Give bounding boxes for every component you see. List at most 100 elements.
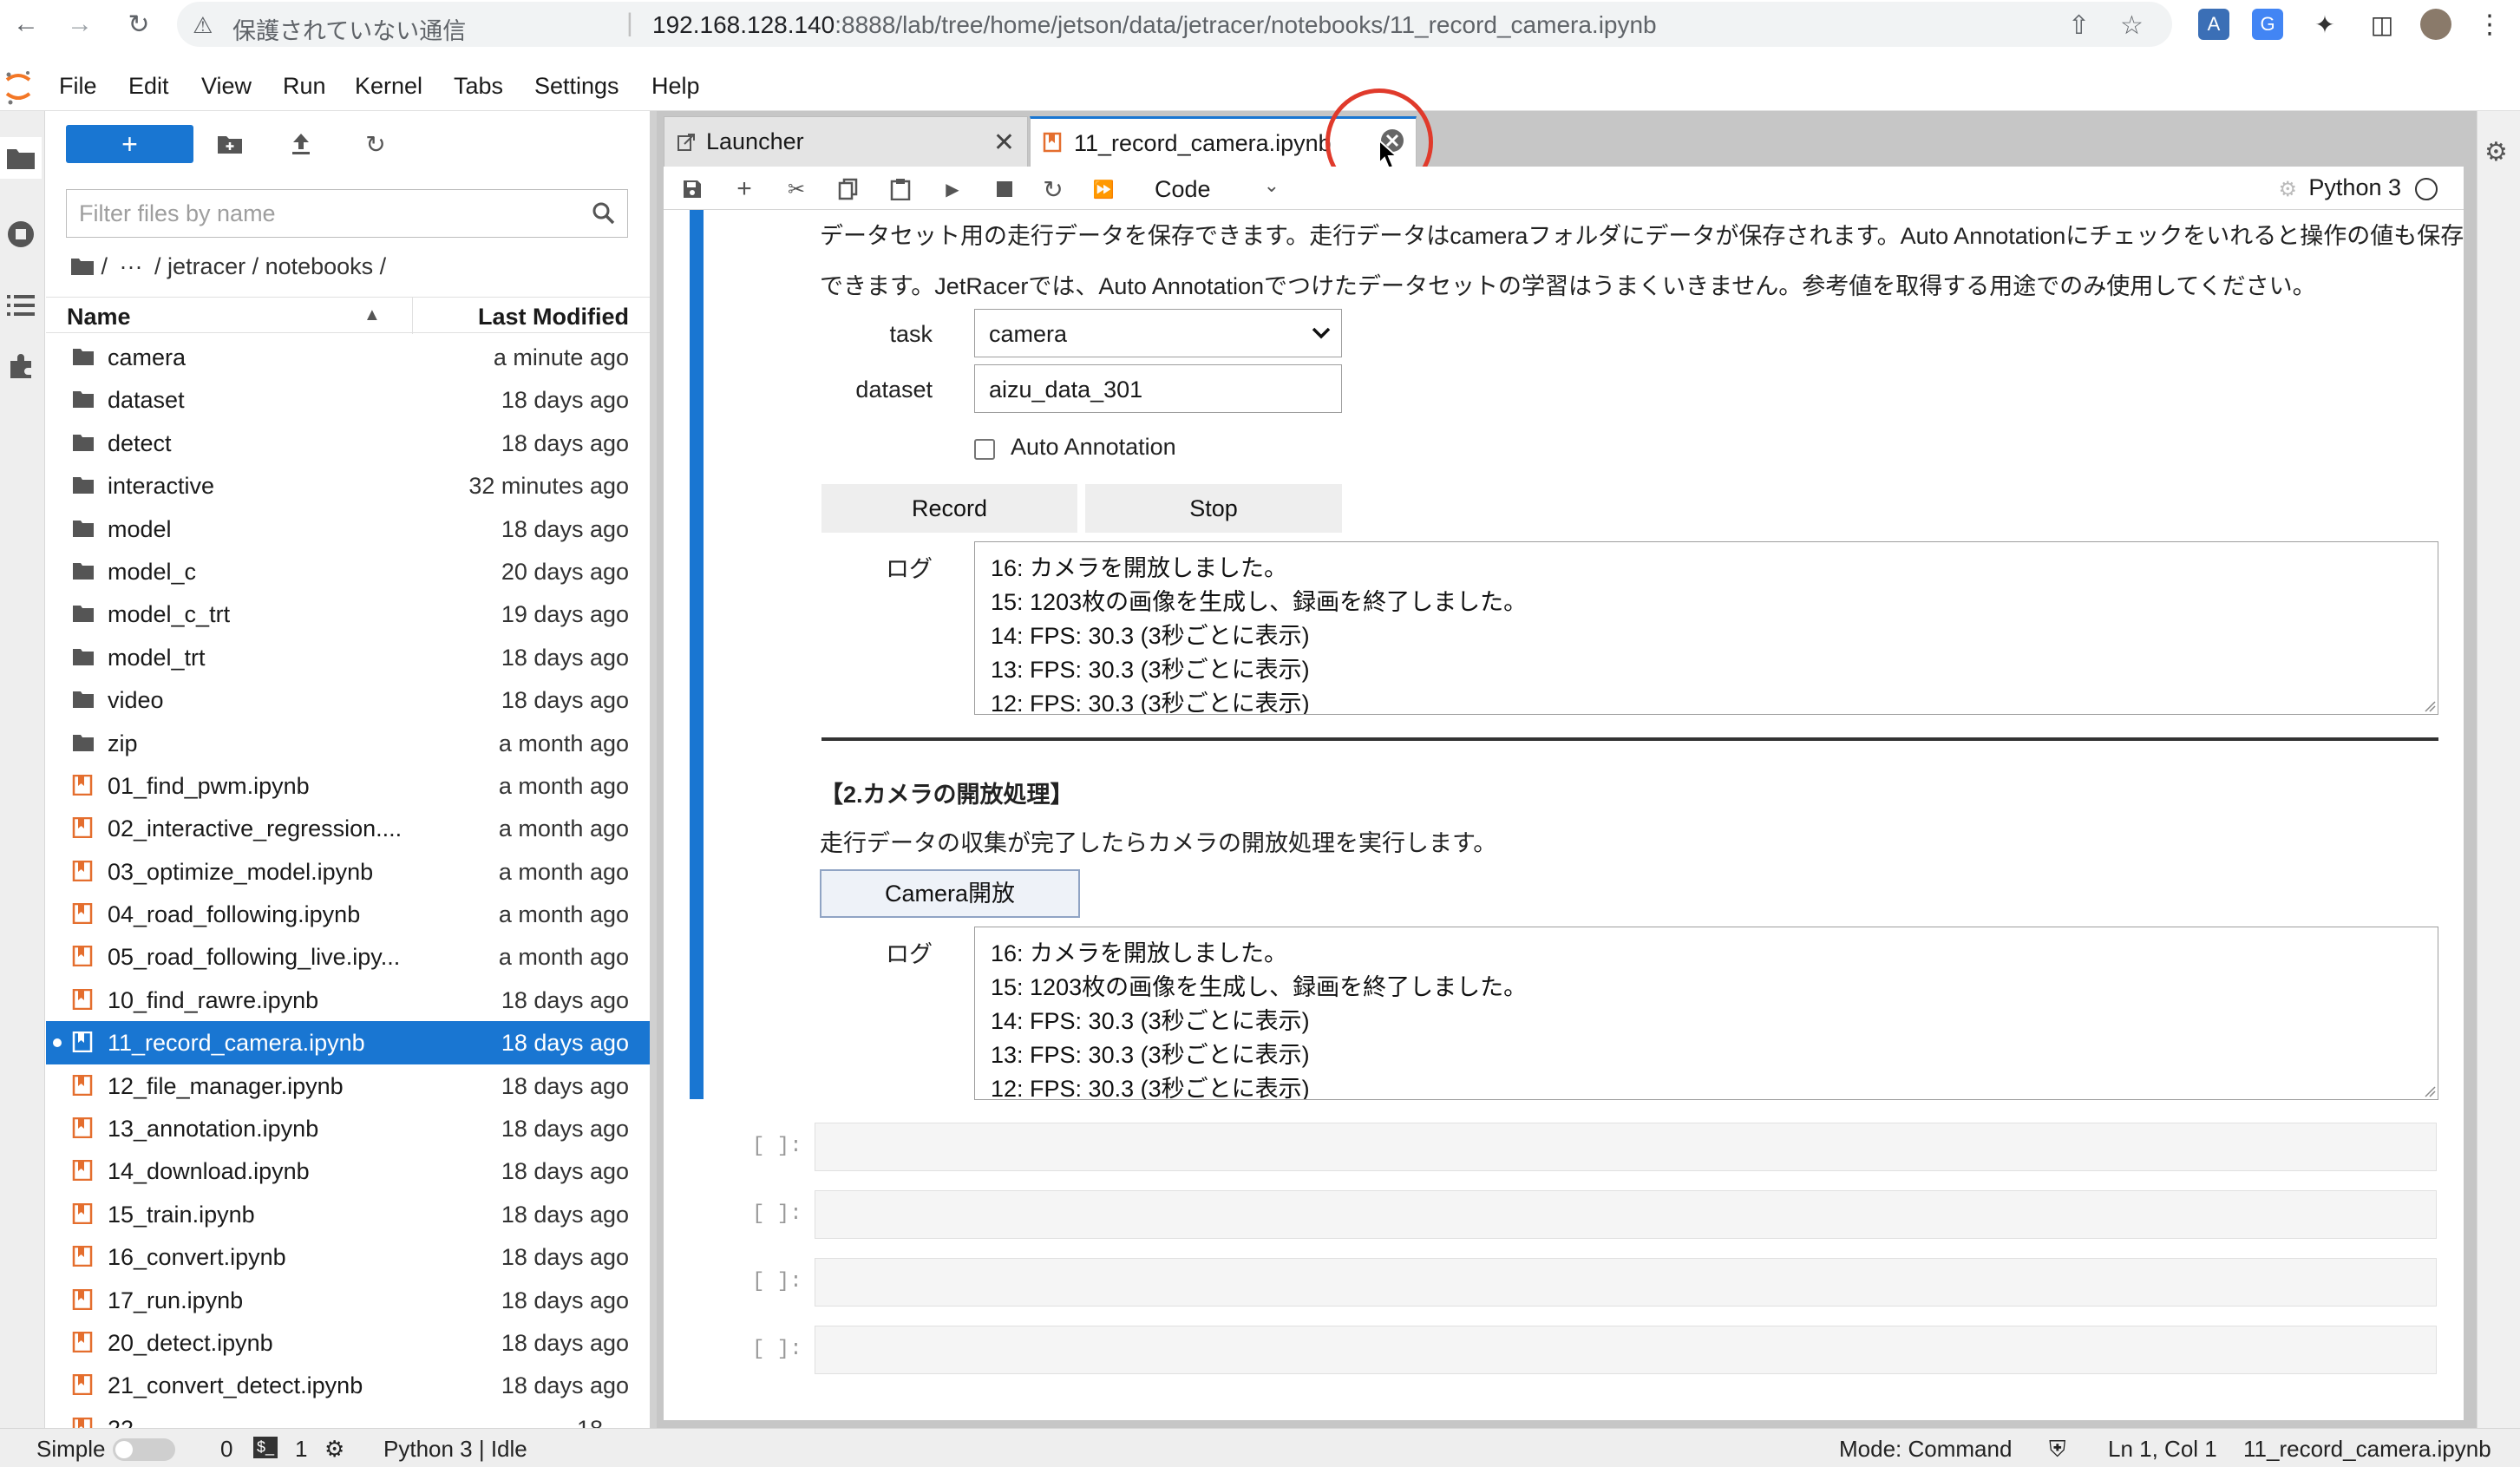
restart-run-all-icon[interactable]: ⏩	[1089, 174, 1118, 204]
camera-release-button[interactable]: Camera開放	[820, 869, 1080, 918]
copy-icon[interactable]	[834, 174, 863, 204]
new-launcher-button[interactable]: +	[66, 125, 193, 163]
terminal-count[interactable]: 1	[295, 1436, 307, 1463]
menu-edit[interactable]: Edit	[128, 73, 169, 100]
file-row[interactable]: camera a minute ago	[46, 336, 650, 378]
filter-files-field[interactable]	[66, 189, 628, 238]
column-divider[interactable]	[412, 298, 413, 334]
file-row[interactable]: 03_optimize_model.ipynb a month ago	[46, 850, 650, 893]
file-row[interactable]: 02_interactive_regression.... a month ago	[46, 807, 650, 849]
simple-mode-toggle[interactable]	[113, 1438, 175, 1461]
menu-help[interactable]: Help	[651, 73, 700, 100]
sidebar-toggle-icon[interactable]: ◫	[2366, 9, 2398, 40]
bookmark-star-icon[interactable]: ☆	[2120, 10, 2144, 41]
cell-type-select[interactable]: Code ⌄	[1149, 174, 1280, 204]
close-icon[interactable]: ✕	[993, 128, 1015, 158]
cut-icon[interactable]: ✂	[782, 174, 811, 204]
kernel-state[interactable]: Python 3 | Idle	[383, 1436, 527, 1463]
stop-button[interactable]: Stop	[1085, 484, 1342, 533]
paste-icon[interactable]	[886, 174, 915, 204]
restart-kernel-icon[interactable]: ↻	[1038, 174, 1068, 204]
reload-icon[interactable]: ↻	[121, 7, 156, 42]
file-row[interactable]: 21_convert_detect.ipynb 18 days ago	[46, 1364, 650, 1406]
file-row[interactable]: 05_road_following_live.ipy... a month ago	[46, 935, 650, 978]
file-row[interactable]: 17_run.ipynb 18 days ago	[46, 1279, 650, 1321]
file-row[interactable]: 11_record_camera.ipynb 18 days ago	[46, 1021, 650, 1064]
back-icon[interactable]: ←	[9, 7, 43, 42]
empty-code-cell[interactable]	[815, 1326, 2437, 1374]
log-textarea[interactable]: 16: カメラを開放しました。 15: 1203枚の画像を生成し、録画を終了しま…	[974, 541, 2438, 715]
filter-files-input[interactable]	[79, 197, 573, 230]
debugger-icon[interactable]: ⚙	[2278, 177, 2297, 202]
breadcrumb-path[interactable]: / jetracer / notebooks /	[154, 253, 386, 279]
property-inspector-icon[interactable]: ⚙	[2484, 137, 2508, 167]
dataset-field[interactable]: aizu_data_301	[974, 364, 1342, 413]
browser-menu-icon[interactable]: ⋮	[2474, 9, 2505, 40]
resize-handle-icon[interactable]	[2424, 700, 2436, 712]
add-cell-icon[interactable]: +	[730, 174, 759, 204]
url-text[interactable]: 192.168.128.140:8888/lab/tree/home/jetso…	[652, 11, 1657, 39]
refresh-icon[interactable]: ↻	[358, 127, 393, 161]
task-dropdown[interactable]: camera	[974, 309, 1342, 357]
file-row[interactable]: 13_annotation.ipynb 18 days ago	[46, 1107, 650, 1149]
cursor-position[interactable]: Ln 1, Col 1	[2108, 1436, 2217, 1463]
address-bar[interactable]: ⚠ 保護されていない通信 | 192.168.128.140:8888/lab/…	[177, 2, 2172, 47]
file-row[interactable]: 01_find_pwm.ipynb a month ago	[46, 764, 650, 807]
tab-launcher[interactable]: Launcher ✕	[664, 116, 1028, 167]
file-row[interactable]: model 18 days ago	[46, 508, 650, 550]
file-row[interactable]: 12_file_manager.ipynb 18 days ago	[46, 1064, 650, 1107]
kernel-count[interactable]: 0	[220, 1436, 232, 1463]
file-row[interactable]: video 18 days ago	[46, 678, 650, 721]
extensions-icon[interactable]	[0, 345, 42, 387]
breadcrumb-root[interactable]: /	[101, 253, 108, 279]
menu-kernel[interactable]: Kernel	[355, 73, 422, 100]
kernel-name[interactable]: Python 3	[2308, 174, 2401, 201]
file-row[interactable]: detect 18 days ago	[46, 422, 650, 464]
menu-run[interactable]: Run	[283, 73, 326, 100]
new-folder-icon[interactable]	[213, 127, 247, 161]
save-icon[interactable]	[677, 174, 707, 204]
puzzle-icon[interactable]: ✦	[2309, 9, 2340, 40]
empty-code-cell[interactable]	[815, 1123, 2437, 1171]
file-row[interactable]: 20_detect.ipynb 18 days ago	[46, 1321, 650, 1364]
file-row[interactable]: model_trt 18 days ago	[46, 636, 650, 678]
file-row[interactable]: 22_... 18 ...	[46, 1407, 650, 1428]
interrupt-kernel-icon[interactable]	[990, 174, 1019, 204]
file-row[interactable]: 04_road_following.ipynb a month ago	[46, 893, 650, 935]
file-row[interactable]: 15_train.ipynb 18 days ago	[46, 1193, 650, 1235]
auto-annotation-checkbox[interactable]	[974, 439, 995, 460]
file-row[interactable]: 16_convert.ipynb 18 days ago	[46, 1235, 650, 1278]
upload-icon[interactable]	[284, 127, 318, 161]
profile-avatar[interactable]	[2420, 9, 2451, 40]
file-row[interactable]: dataset 18 days ago	[46, 378, 650, 421]
resize-handle-icon[interactable]	[2424, 1085, 2436, 1097]
panel-splitter[interactable]	[650, 111, 657, 1428]
translate-icon[interactable]: G	[2252, 9, 2283, 40]
run-cell-icon[interactable]: ▶	[938, 174, 967, 204]
empty-code-cell[interactable]	[815, 1258, 2437, 1307]
menu-settings[interactable]: Settings	[534, 73, 619, 100]
file-row[interactable]: 10_find_rawre.ipynb 18 days ago	[46, 979, 650, 1021]
file-row[interactable]: model_c_trt 19 days ago	[46, 593, 650, 635]
file-row[interactable]: interactive 32 minutes ago	[46, 464, 650, 507]
menu-tabs[interactable]: Tabs	[454, 73, 503, 100]
table-of-contents-icon[interactable]	[0, 285, 42, 326]
security-label[interactable]: 保護されていない通信	[232, 12, 466, 46]
share-icon[interactable]: ⇧	[2068, 10, 2090, 41]
column-modified-header[interactable]: Last Modified	[478, 304, 629, 331]
breadcrumb-ellipsis[interactable]: ···	[120, 253, 143, 279]
forward-icon[interactable]: →	[62, 7, 97, 42]
menu-view[interactable]: View	[201, 73, 252, 100]
log2-textarea[interactable]: 16: カメラを開放しました。 15: 1203枚の画像を生成し、録画を終了しま…	[974, 927, 2438, 1100]
record-button[interactable]: Record	[821, 484, 1077, 533]
home-folder-icon[interactable]	[70, 257, 95, 276]
running-kernels-icon[interactable]	[0, 213, 42, 255]
file-row[interactable]: 14_download.ipynb 18 days ago	[46, 1149, 650, 1192]
active-cell-indicator[interactable]	[690, 210, 704, 1099]
file-row[interactable]: model_c 20 days ago	[46, 550, 650, 593]
column-name-header[interactable]: Name	[67, 304, 131, 331]
empty-code-cell[interactable]	[815, 1190, 2437, 1239]
file-row[interactable]: zip a month ago	[46, 722, 650, 764]
extension-icon[interactable]: A	[2198, 9, 2229, 40]
menu-file[interactable]: File	[59, 73, 97, 100]
